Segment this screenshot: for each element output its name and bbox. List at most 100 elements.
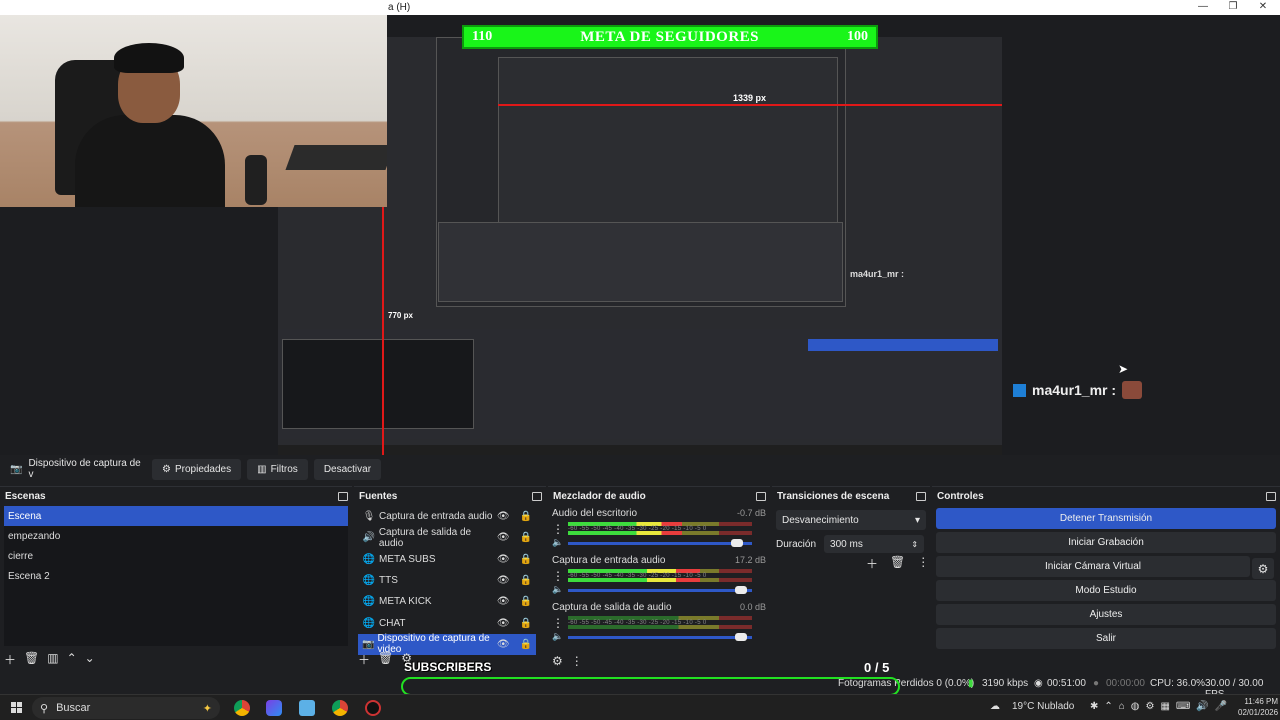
transition-select[interactable]: Desvanecimiento ▾ xyxy=(776,510,926,530)
more-icon[interactable]: ⋮ xyxy=(552,616,564,630)
chevron-up-icon[interactable]: ⌃ xyxy=(67,651,77,668)
scene-label: cierre xyxy=(8,550,34,562)
more-icon[interactable]: ⋮ xyxy=(552,569,564,583)
source-item[interactable]: 🌐 CHAT 👁 🔒 xyxy=(358,612,536,633)
scene-item[interactable]: cierre xyxy=(4,546,348,566)
gear-icon: ⚙ xyxy=(162,463,171,475)
eye-icon[interactable]: 👁 xyxy=(497,618,510,629)
eye-icon[interactable]: 👁 xyxy=(497,511,510,522)
scenes-list: Escena empezando cierre Escena 2 xyxy=(4,506,348,646)
chat-message-small: ma4ur1_mr : xyxy=(850,269,904,279)
preview-canvas[interactable]: 1339 px 770 px ma4ur1_mr : 110 META DE S… xyxy=(0,15,1280,460)
chrome-icon[interactable] xyxy=(234,700,250,716)
controls-dock: Controles Detener Transmisión Iniciar Gra… xyxy=(932,486,1280,670)
scene-item[interactable]: empezando xyxy=(4,526,348,546)
channel-db: 17.2 dB xyxy=(734,555,766,565)
source-label: CHAT xyxy=(379,617,406,629)
iniciar-camara-virtual-button[interactable]: Iniciar Cámara Virtual xyxy=(936,556,1250,577)
speaker-icon[interactable]: 🔈 xyxy=(552,631,564,642)
volume-slider[interactable] xyxy=(568,538,752,548)
lock-icon[interactable]: 🔒 xyxy=(520,554,532,565)
source-item[interactable]: 🌐 META KICK 👁 🔒 xyxy=(358,591,536,612)
selected-source: 📷 Dispositivo de captura de v xyxy=(6,458,146,480)
duration-field[interactable]: 300 ms ⇕ xyxy=(824,535,925,553)
lock-icon[interactable]: 🔒 xyxy=(520,639,532,650)
measure-v-label: 770 px xyxy=(388,311,413,320)
volume-slider[interactable] xyxy=(568,632,752,642)
tray-icons[interactable]: ✱⌃⌂◍⚙▦⌨🔊🎤 xyxy=(1090,701,1233,712)
source-actions: 👁 🔒 xyxy=(497,532,532,543)
source-item[interactable]: 🔊 Captura de salida de audio 👁 🔒 xyxy=(358,527,536,549)
time: 11:46 PM xyxy=(1244,697,1279,706)
trash-icon[interactable]: 🗑 xyxy=(890,555,905,572)
undock-icon[interactable] xyxy=(916,491,926,501)
speaker-icon[interactable]: 🔈 xyxy=(552,584,564,595)
deactivate-button[interactable]: Desactivar xyxy=(313,458,382,480)
chrome-icon[interactable] xyxy=(332,700,348,716)
sources-title: Fuentes xyxy=(359,490,398,502)
goal-current: 110 xyxy=(472,29,493,44)
controls-title: Controles xyxy=(937,490,984,502)
lock-icon[interactable]: 🔒 xyxy=(520,596,532,607)
taskbar-search[interactable]: ⚲ Buscar ✦ xyxy=(32,697,220,719)
mixer-channel: Captura de entrada audio 17.2 dB ⋮ -60 -55 … xyxy=(548,552,770,599)
undock-icon[interactable] xyxy=(756,491,766,501)
source-item[interactable]: 🌐 TTS 👁 🔒 xyxy=(358,570,536,591)
notepad-icon[interactable] xyxy=(299,700,315,716)
subscribers-label: SUBSCRIBERS xyxy=(404,660,492,674)
more-icon[interactable]: ⋮ xyxy=(917,555,929,572)
level-meter: -60 -55 -50 -45 -40 -35 -30 -25 -20 -15 … xyxy=(568,569,752,583)
level-meter: -60 -55 -50 -45 -40 -35 -30 -25 -20 -15 … xyxy=(568,616,752,630)
eye-icon[interactable]: 👁 xyxy=(497,639,510,650)
obs-icon[interactable] xyxy=(365,700,381,716)
add-icon[interactable]: ＋ xyxy=(4,651,16,668)
lock-icon[interactable]: 🔒 xyxy=(520,532,532,543)
lock-icon[interactable]: 🔒 xyxy=(520,575,532,586)
scene-item[interactable]: Escena xyxy=(4,506,348,526)
eye-icon[interactable]: 👁 xyxy=(497,532,510,543)
undock-icon[interactable] xyxy=(532,491,542,501)
undock-icon[interactable] xyxy=(338,491,348,501)
close-button[interactable]: ✕ xyxy=(1256,1,1270,12)
volume-slider[interactable] xyxy=(568,585,752,595)
controls-list: Detener Transmisión Iniciar Grabación Inic… xyxy=(932,508,1280,649)
clock[interactable]: 11:46 PM 02/01/2026 xyxy=(1238,696,1278,718)
undock-icon[interactable] xyxy=(1266,491,1276,501)
gear-icon[interactable]: ⚙ xyxy=(552,654,563,668)
trash-icon[interactable]: 🗑 xyxy=(24,651,39,668)
mouse-cursor-icon: ➤ xyxy=(1118,362,1129,376)
minimize-button[interactable]: — xyxy=(1196,1,1210,12)
speaker-icon[interactable]: 🔈 xyxy=(552,537,564,548)
virtual-camera-settings-button[interactable]: ⚙ xyxy=(1252,558,1274,579)
detener-transmision-button[interactable]: Detener Transmisión xyxy=(936,508,1276,529)
add-icon[interactable]: ＋ xyxy=(358,651,370,668)
trash-icon[interactable]: 🗑 xyxy=(378,651,393,668)
scene-item[interactable]: Escena 2 xyxy=(4,566,348,586)
restore-button[interactable]: ❐ xyxy=(1226,1,1240,12)
modo-estudio-button[interactable]: Modo Estudio xyxy=(936,580,1276,601)
ajustes-button[interactable]: Ajustes xyxy=(936,604,1276,625)
salir-button[interactable]: Salir xyxy=(936,628,1276,649)
more-icon[interactable]: ⋮ xyxy=(552,522,564,536)
chevron-down-icon[interactable]: ⌄ xyxy=(85,651,95,668)
menu-help[interactable]: a (H) xyxy=(388,2,410,13)
add-icon[interactable]: ＋ xyxy=(866,555,878,572)
scene-label: Escena 2 xyxy=(8,570,50,582)
spin-icon[interactable]: ⇕ xyxy=(911,540,918,549)
eye-icon[interactable]: 👁 xyxy=(497,596,510,607)
lock-icon[interactable]: 🔒 xyxy=(520,618,532,629)
eye-icon[interactable]: 👁 xyxy=(497,575,510,586)
filter-icon[interactable]: ▥ xyxy=(47,651,58,668)
source-item[interactable]: 🎙 Captura de entrada audio 👁 🔒 xyxy=(358,506,536,527)
kick-icon xyxy=(1013,383,1026,397)
lock-icon[interactable]: 🔒 xyxy=(520,511,532,522)
source-item[interactable]: 🌐 META SUBS 👁 🔒 xyxy=(358,549,536,570)
properties-button[interactable]: ⚙ Propiedades xyxy=(152,458,242,480)
filters-button[interactable]: ▥ Filtros xyxy=(247,458,308,480)
app-icon[interactable] xyxy=(266,700,282,716)
eye-icon[interactable]: 👁 xyxy=(497,554,510,565)
windows-start-icon[interactable] xyxy=(11,702,23,714)
more-icon[interactable]: ⋮ xyxy=(571,654,583,668)
iniciar-grabacion-button[interactable]: Iniciar Grabación xyxy=(936,532,1276,553)
subscribers-count: 0 / 5 xyxy=(864,660,890,675)
